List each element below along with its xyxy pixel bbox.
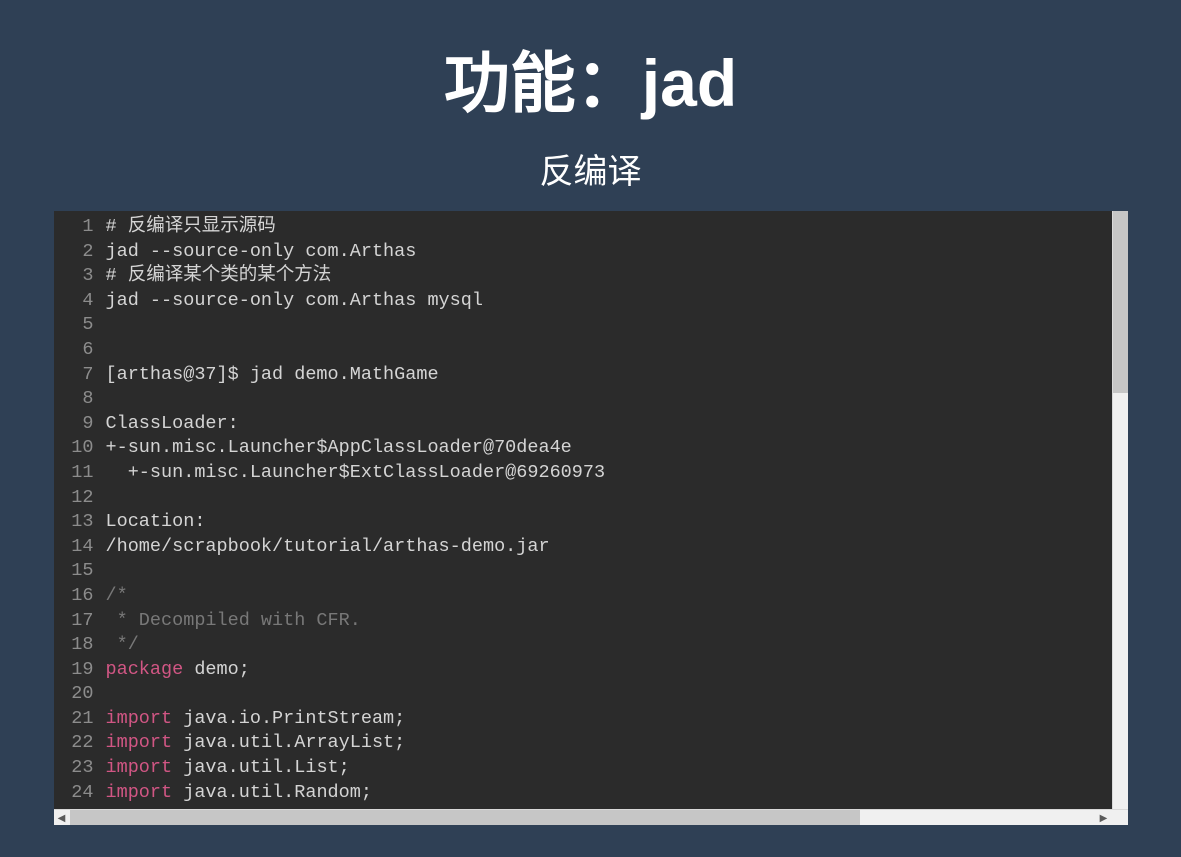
- line-number: 3: [54, 264, 106, 289]
- line-content: [arthas@37]$ jad demo.MathGame: [106, 363, 439, 388]
- line-content: jad --source-only com.Arthas mysql: [106, 289, 483, 314]
- line-content: */: [106, 633, 139, 658]
- line-number: 15: [54, 559, 106, 584]
- code-line: 20: [54, 682, 1128, 707]
- code-line: 12: [54, 486, 1128, 511]
- line-number: 9: [54, 412, 106, 437]
- line-number: 2: [54, 240, 106, 265]
- code-line: 2jad --source-only com.Arthas: [54, 240, 1128, 265]
- scrollbar-corner: [1112, 810, 1128, 825]
- slide: 功能：jad 反编译 1# 反编译只显示源码2jad --source-only…: [0, 0, 1181, 857]
- line-number: 18: [54, 633, 106, 658]
- code-line: 13Location:: [54, 510, 1128, 535]
- code-body: 1# 反编译只显示源码2jad --source-only com.Arthas…: [54, 211, 1128, 825]
- code-line: 10+-sun.misc.Launcher$AppClassLoader@70d…: [54, 436, 1128, 461]
- code-line: 24import java.util.Random;: [54, 781, 1128, 806]
- slide-title: 功能：jad: [444, 30, 737, 126]
- line-content: # 反编译某个类的某个方法: [106, 264, 332, 289]
- code-line: 9ClassLoader:: [54, 412, 1128, 437]
- horizontal-scrollbar[interactable]: ◀ ▶: [54, 809, 1128, 825]
- vertical-scrollbar-thumb[interactable]: [1113, 211, 1128, 393]
- line-number: 21: [54, 707, 106, 732]
- scroll-left-icon[interactable]: ◀: [54, 810, 70, 825]
- line-number: 10: [54, 436, 106, 461]
- line-number: 11: [54, 461, 106, 486]
- line-content: jad --source-only com.Arthas: [106, 240, 417, 265]
- scroll-right-icon[interactable]: ▶: [1096, 810, 1112, 825]
- line-number: 6: [54, 338, 106, 363]
- line-content: /*: [106, 584, 128, 609]
- code-line: 4jad --source-only com.Arthas mysql: [54, 289, 1128, 314]
- line-number: 4: [54, 289, 106, 314]
- code-block: 1# 反编译只显示源码2jad --source-only com.Arthas…: [54, 211, 1128, 825]
- code-line: 3# 反编译某个类的某个方法: [54, 264, 1128, 289]
- line-content: import java.util.ArrayList;: [106, 731, 406, 756]
- code-line: 19package demo;: [54, 658, 1128, 683]
- line-number: 12: [54, 486, 106, 511]
- line-number: 1: [54, 215, 106, 240]
- code-line: 17 * Decompiled with CFR.: [54, 609, 1128, 634]
- slide-subtitle: 反编译: [540, 144, 642, 193]
- code-line: 5: [54, 313, 1128, 338]
- line-number: 14: [54, 535, 106, 560]
- line-content: * Decompiled with CFR.: [106, 609, 361, 634]
- code-line: 22import java.util.ArrayList;: [54, 731, 1128, 756]
- horizontal-scrollbar-thumb[interactable]: [70, 810, 860, 825]
- line-number: 13: [54, 510, 106, 535]
- line-number: 16: [54, 584, 106, 609]
- line-content: ClassLoader:: [106, 412, 239, 437]
- line-number: 7: [54, 363, 106, 388]
- code-line: 7[arthas@37]$ jad demo.MathGame: [54, 363, 1128, 388]
- line-content: import java.util.List;: [106, 756, 350, 781]
- code-line: 6: [54, 338, 1128, 363]
- vertical-scrollbar[interactable]: [1112, 211, 1128, 809]
- code-line: 18 */: [54, 633, 1128, 658]
- code-line: 23import java.util.List;: [54, 756, 1128, 781]
- line-number: 5: [54, 313, 106, 338]
- code-line: 1# 反编译只显示源码: [54, 215, 1128, 240]
- line-number: 20: [54, 682, 106, 707]
- line-content: package demo;: [106, 658, 250, 683]
- code-line: 21import java.io.PrintStream;: [54, 707, 1128, 732]
- line-content: Location:: [106, 510, 206, 535]
- line-number: 24: [54, 781, 106, 806]
- line-content: /home/scrapbook/tutorial/arthas-demo.jar: [106, 535, 550, 560]
- line-number: 19: [54, 658, 106, 683]
- line-number: 17: [54, 609, 106, 634]
- line-content: import java.util.Random;: [106, 781, 372, 806]
- code-line: 11 +-sun.misc.Launcher$ExtClassLoader@69…: [54, 461, 1128, 486]
- line-content: # 反编译只显示源码: [106, 215, 276, 240]
- code-line: 16/*: [54, 584, 1128, 609]
- line-number: 22: [54, 731, 106, 756]
- code-line: 14/home/scrapbook/tutorial/arthas-demo.j…: [54, 535, 1128, 560]
- line-content: import java.io.PrintStream;: [106, 707, 406, 732]
- line-number: 8: [54, 387, 106, 412]
- line-number: 23: [54, 756, 106, 781]
- line-content: +-sun.misc.Launcher$AppClassLoader@70dea…: [106, 436, 572, 461]
- code-line: 8: [54, 387, 1128, 412]
- code-line: 15: [54, 559, 1128, 584]
- line-content: +-sun.misc.Launcher$ExtClassLoader@69260…: [106, 461, 606, 486]
